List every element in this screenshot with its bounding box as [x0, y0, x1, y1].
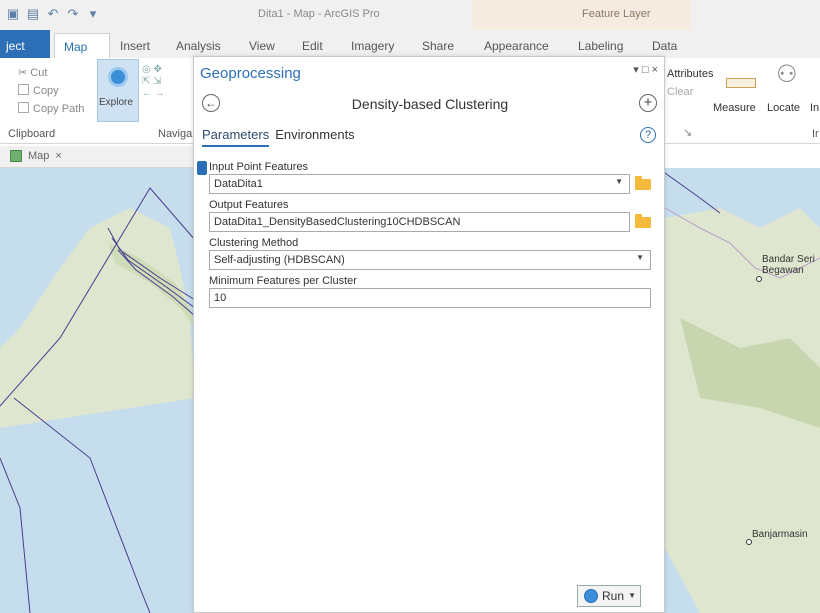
project-icon[interactable]: ▤	[26, 6, 40, 22]
pane-window-controls[interactable]: ▾ □ ×	[633, 63, 658, 76]
tab-view[interactable]: View	[249, 39, 275, 53]
run-options-icon[interactable]: ▼	[628, 591, 636, 600]
explore-button[interactable]: Explore	[97, 59, 139, 122]
tab-appearance[interactable]: Appearance	[484, 39, 549, 53]
navigation-tools[interactable]: ◎ ✥ ⇱ ⇲ ← →	[142, 64, 165, 100]
tab-map[interactable]: Map	[54, 33, 110, 58]
cut-button[interactable]: ✂ Cut	[18, 66, 47, 79]
run-button[interactable]: Run ▼	[577, 585, 641, 607]
map-icon	[10, 150, 22, 162]
undo-icon[interactable]: ↶	[46, 6, 60, 22]
clear-button[interactable]: Clear	[667, 86, 693, 98]
tab-data[interactable]: Data	[652, 39, 677, 53]
binoculars-icon: ⚇	[776, 61, 798, 88]
input-features-field[interactable]: DataDita1 ▼	[209, 174, 630, 194]
clustering-method-label: Clustering Method	[209, 237, 299, 249]
tab-parameters[interactable]: Parameters	[202, 127, 270, 147]
run-icon	[584, 589, 598, 603]
tab-labeling[interactable]: Labeling	[578, 39, 623, 53]
input-features-label: Input Point Features	[209, 161, 309, 173]
pane-tabs: Parameters Environments	[202, 127, 355, 147]
measure-button[interactable]: Measure	[713, 102, 756, 114]
contextual-title: Feature Layer	[582, 8, 651, 20]
boundary-line-7	[664, 172, 721, 214]
copy-icon	[18, 84, 29, 95]
redo-icon[interactable]: ↷	[66, 6, 80, 22]
pane-title: Geoprocessing	[200, 65, 301, 82]
save-icon[interactable]: ▣	[6, 6, 20, 22]
clipboard-group-label: Clipboard	[8, 128, 56, 140]
output-features-label: Output Features	[209, 199, 289, 211]
folder-icon[interactable]	[635, 214, 651, 228]
locate-button[interactable]: Locate	[767, 102, 800, 114]
city-marker-icon	[756, 276, 762, 282]
clustering-method-select[interactable]: Self-adjusting (HDBSCAN) ▼	[209, 250, 651, 270]
title-bar: ▣ ▤ ↶ ↷ ▾ Dita1 - Map - ArcGIS Pro Featu…	[0, 0, 820, 58]
min-features-label: Minimum Features per Cluster	[209, 275, 357, 287]
ribbon-tabs: ject Map Insert Analysis View Edit Image…	[0, 30, 820, 58]
min-features-input[interactable]: 10	[209, 288, 651, 308]
copy-path-icon	[18, 102, 29, 113]
city-marker-icon	[746, 539, 752, 545]
measure-icon	[726, 78, 756, 88]
attributes-button[interactable]: Attributes	[667, 68, 713, 80]
tab-project[interactable]: ject	[0, 30, 50, 58]
place-label: Begawan	[762, 265, 804, 276]
customize-icon[interactable]: ▾	[86, 6, 100, 22]
place-label: Banjarmasin	[752, 529, 808, 540]
boundary-line-5	[13, 397, 151, 613]
output-features-field[interactable]: DataDita1_DensityBasedClustering10CHDBSC…	[209, 212, 630, 232]
more-button[interactable]: In	[810, 102, 819, 114]
tab-imagery[interactable]: Imagery	[351, 39, 394, 53]
dropdown-icon: ▼	[615, 177, 623, 186]
copy-button[interactable]: Copy	[18, 84, 59, 97]
dialog-launcher-icon[interactable]: ↘	[683, 126, 692, 139]
info-icon[interactable]	[197, 161, 207, 175]
inquiry-group-label: Ir	[812, 128, 819, 140]
quick-access-toolbar: ▣ ▤ ↶ ↷ ▾	[6, 6, 100, 22]
close-icon[interactable]: ×	[55, 150, 61, 162]
folder-icon[interactable]	[635, 176, 651, 190]
map-tab-label: Map	[28, 150, 50, 162]
tool-title: Density-based Clustering	[351, 96, 509, 112]
window-title: Dita1 - Map - ArcGIS Pro	[258, 8, 380, 20]
tab-analysis[interactable]: Analysis	[176, 39, 221, 53]
dropdown-icon: ▼	[636, 253, 644, 262]
copy-path-button[interactable]: Copy Path	[18, 102, 84, 115]
explore-icon	[108, 67, 128, 87]
boundary-line-6	[0, 457, 31, 613]
tab-share[interactable]: Share	[422, 39, 454, 53]
tab-edit[interactable]: Edit	[302, 39, 323, 53]
tab-insert[interactable]: Insert	[120, 39, 150, 53]
add-icon[interactable]: +	[639, 94, 657, 112]
map-view-tab[interactable]: Map ×	[0, 146, 195, 168]
cut-icon: ✂	[18, 67, 31, 79]
land-sumatra	[0, 208, 195, 428]
navigate-group-label: Naviga	[158, 128, 193, 140]
help-icon[interactable]: ?	[640, 127, 656, 143]
tab-environments[interactable]: Environments	[275, 127, 354, 147]
geoprocessing-pane: Geoprocessing ▾ □ × ← Density-based Clus…	[193, 56, 665, 613]
